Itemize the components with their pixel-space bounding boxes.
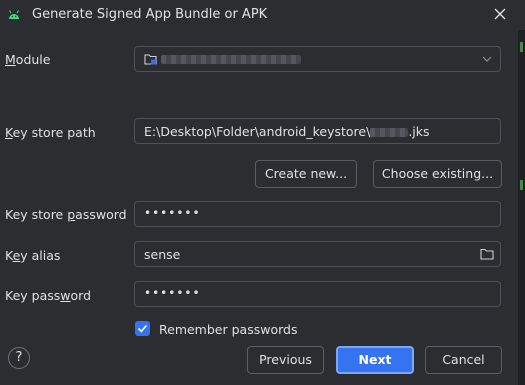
previous-button[interactable]: Previous [247,346,324,374]
module-label: Module [5,52,51,67]
key-alias-input[interactable]: sense [134,241,501,267]
key-store-password-input[interactable]: ••••••• [134,201,501,227]
edge-mark [520,180,523,190]
redacted-keystore-name [370,128,409,137]
edge-mark [520,42,523,52]
checkmark-icon [137,324,148,333]
android-icon [9,10,19,19]
key-store-path-label: Key store path [5,125,96,140]
cancel-button[interactable]: Cancel [425,346,502,374]
choose-existing-button[interactable]: Choose existing... [373,160,502,188]
next-button[interactable]: Next [336,346,414,374]
title-bar: Generate Signed App Bundle or APK [0,0,525,30]
key-store-password-value: ••••••• [144,206,201,220]
key-store-path-input[interactable]: E:\Desktop\Folder\android_keystore\ .jks [134,118,501,144]
key-alias-label: Key alias [5,248,61,263]
help-button[interactable]: ? [8,347,30,369]
key-password-label: Key password [5,288,92,303]
key-password-value: ••••••• [144,286,201,300]
key-password-input[interactable]: ••••••• [134,281,501,307]
module-dropdown[interactable] [134,46,501,72]
module-folder-icon [144,54,157,65]
remember-passwords-label[interactable]: Remember passwords [159,322,297,337]
dialog-title: Generate Signed App Bundle or APK [32,7,268,22]
remember-passwords-checkbox[interactable] [135,321,150,336]
key-store-password-label: Key store password [5,207,127,222]
close-icon[interactable] [492,6,508,22]
key-store-path-value: E:\Desktop\Folder\android_keystore\ .jks [144,124,430,139]
background-window-edge [518,30,525,385]
chevron-down-icon [482,56,492,62]
create-new-button[interactable]: Create new... [255,160,357,188]
folder-icon[interactable] [480,248,494,260]
key-alias-value: sense [144,247,181,262]
redacted-module-name [161,55,301,64]
